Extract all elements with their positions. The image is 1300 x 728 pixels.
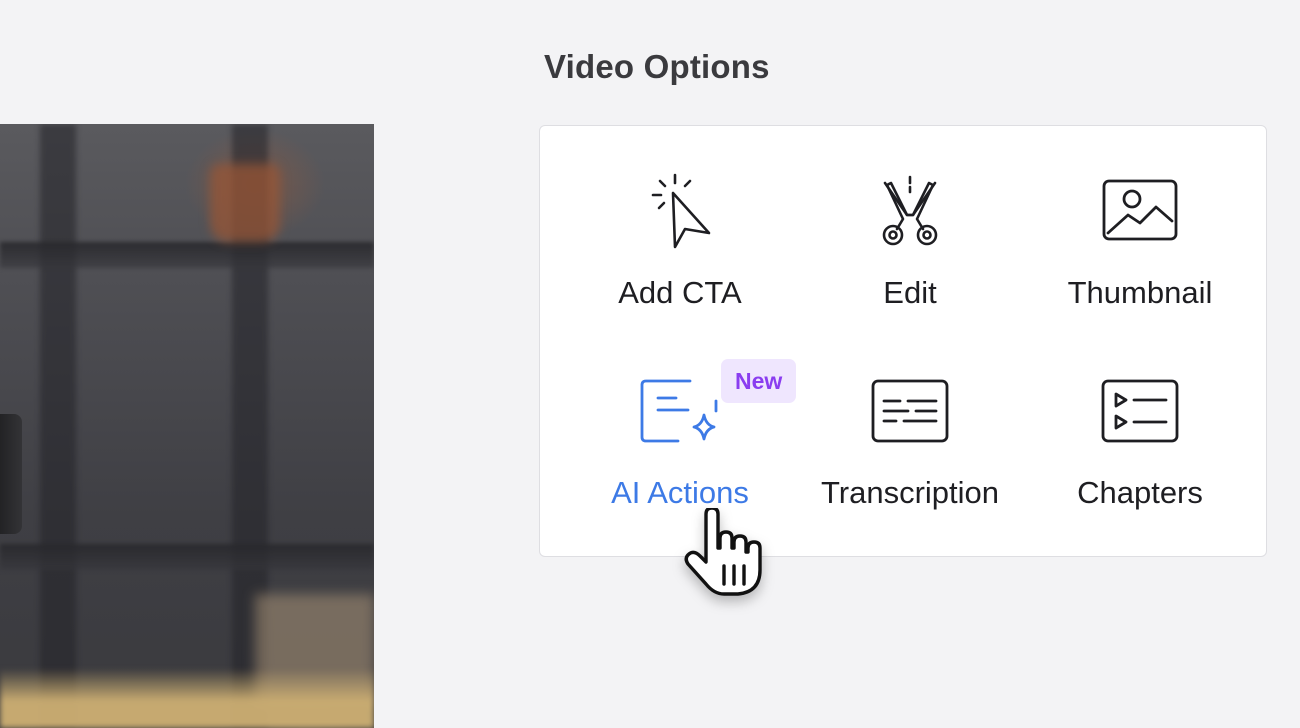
video-preview — [0, 124, 374, 728]
section-title: Video Options — [544, 48, 770, 85]
edit-option[interactable]: Edit — [800, 171, 1020, 341]
option-label: Edit — [883, 275, 937, 310]
hand-pointer-icon — [684, 508, 762, 596]
add-cta-option[interactable]: Add CTA — [570, 171, 790, 341]
transcription-option[interactable]: Transcription — [800, 371, 1020, 541]
thumbnail-option[interactable]: Thumbnail — [1030, 171, 1250, 341]
image-icon — [1102, 179, 1178, 241]
new-badge: New — [721, 359, 797, 403]
chapters-list-icon — [1101, 379, 1179, 443]
option-label: Transcription — [820, 475, 1000, 510]
captions-icon — [871, 379, 949, 443]
option-label: Chapters — [1077, 475, 1203, 510]
chapters-option[interactable]: Chapters — [1030, 371, 1250, 541]
option-label: Add CTA — [618, 275, 742, 310]
option-label: Thumbnail — [1067, 275, 1213, 310]
scissors-icon — [882, 175, 938, 246]
option-label: AI Actions — [611, 475, 749, 510]
video-options-panel: Add CTA Edit Thumbnail New AI Actions Tr… — [539, 125, 1267, 557]
cursor-click-icon — [651, 173, 711, 249]
ai-sparkle-icon — [640, 379, 718, 443]
headphones-image — [0, 414, 22, 534]
